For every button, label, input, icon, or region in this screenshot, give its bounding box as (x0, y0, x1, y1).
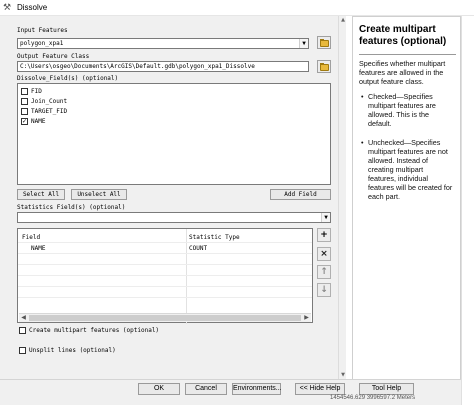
statistics-table: Field Statistic Type NAME COUNT ◀ ▶ (17, 228, 313, 324)
move-up-button[interactable]: ↑ (317, 265, 331, 279)
remove-row-button[interactable]: × (317, 247, 331, 261)
multipart-checkbox[interactable] (19, 327, 26, 334)
tool-help-button[interactable]: Tool Help (359, 383, 414, 395)
field-name: NAME (31, 118, 46, 125)
chevron-up-icon[interactable]: ▲ (339, 16, 347, 24)
output-feature-class-label: Output Feature Class (17, 53, 90, 60)
status-coordinates: 1454546.629 3996597.2 Meters (330, 395, 416, 401)
list-item[interactable]: Join_Count (21, 97, 67, 106)
output-feature-class-input[interactable]: C:\Users\osgeo\Documents\ArcGIS\Default.… (17, 61, 309, 72)
unsplit-label: Unsplit lines (optional) (29, 347, 116, 354)
target-fid-checkbox[interactable] (21, 108, 28, 115)
statistics-fields-combo[interactable]: ▼ (17, 212, 331, 223)
list-item[interactable]: TARGET_FID (21, 107, 67, 116)
list-item[interactable]: ✓ NAME (21, 117, 45, 126)
join-count-checkbox[interactable] (21, 98, 28, 105)
column-header-statistic-type: Statistic Type (189, 234, 240, 241)
chevron-left-icon[interactable]: ◀ (19, 314, 28, 322)
hide-help-button[interactable]: << Hide Help (295, 383, 345, 395)
cancel-button[interactable]: Cancel (185, 383, 227, 395)
environments-button[interactable]: Environments... (232, 383, 282, 395)
field-name: TARGET_FID (31, 108, 68, 115)
dissolve-fields-label: Dissolve_Field(s) (optional) (17, 75, 119, 82)
help-bullet-checked: • Checked—Specifies multipart features a… (361, 92, 436, 128)
bullet-icon: • (361, 92, 364, 101)
background-map-strip (461, 16, 474, 405)
arrow-up-icon: ↑ (320, 267, 328, 277)
input-features-combo[interactable]: polygon_xpa1 ▼ (17, 38, 309, 49)
input-features-value: polygon_xpa1 (20, 40, 64, 47)
ok-button[interactable]: OK (138, 383, 180, 395)
field-name: FID (31, 88, 42, 95)
field-name: Join_Count (31, 98, 68, 105)
arrow-down-icon: ↓ (320, 285, 328, 295)
hammer-icon: ⚒ (3, 3, 12, 13)
statistics-fields-label: Statistics Field(s) (optional) (17, 204, 126, 211)
dialog-footer: OK Cancel Environments... << Hide Help T… (0, 379, 461, 405)
name-checkbox[interactable]: ✓ (21, 118, 28, 125)
table-cell-field[interactable]: NAME (31, 245, 45, 252)
help-intro: Specifies whether multipart features are… (359, 59, 446, 86)
unsplit-checkbox[interactable] (19, 347, 26, 354)
select-all-button[interactable]: Select All (17, 189, 65, 200)
help-bullet-unchecked: • Unchecked—Specifies multipart features… (361, 138, 453, 201)
title-bar: ⚒ Dissolve (0, 0, 474, 16)
unsplit-option[interactable]: Unsplit lines (optional) (19, 347, 116, 354)
bullet-icon: • (361, 138, 364, 147)
output-feature-class-browse-button[interactable] (317, 60, 331, 73)
window-title: Dissolve (17, 3, 48, 12)
chevron-right-icon[interactable]: ▶ (302, 314, 311, 322)
help-pane: Create multipart features (optional) Spe… (352, 16, 461, 380)
list-item[interactable]: FID (21, 87, 42, 96)
chevron-down-icon[interactable]: ▼ (299, 39, 308, 48)
chevron-down-icon[interactable]: ▼ (321, 213, 330, 222)
plus-icon: + (320, 230, 328, 240)
add-field-button[interactable]: Add Field (270, 189, 331, 200)
horizontal-scrollbar[interactable]: ◀ ▶ (19, 313, 311, 322)
table-cell-statistic[interactable]: COUNT (189, 245, 207, 252)
fid-checkbox[interactable] (21, 88, 28, 95)
parameters-vertical-scrollbar[interactable]: ▲ ▼ (338, 16, 346, 379)
chevron-down-icon[interactable]: ▼ (339, 371, 347, 379)
add-row-button[interactable]: + (317, 228, 331, 242)
parameters-pane: Input Features polygon_xpa1 ▼ Output Fea… (0, 16, 346, 379)
close-icon: × (320, 249, 328, 259)
column-header-field: Field (22, 234, 41, 241)
help-title: Create multipart features (optional) (359, 24, 447, 47)
move-down-button[interactable]: ↓ (317, 283, 331, 297)
input-features-browse-button[interactable] (317, 36, 331, 49)
input-features-label: Input Features (17, 27, 68, 34)
scrollbar-thumb[interactable] (29, 315, 301, 321)
multipart-option[interactable]: Create multipart features (optional) (19, 327, 159, 334)
multipart-label: Create multipart features (optional) (29, 327, 160, 334)
dissolve-fields-list: FID Join_Count TARGET_FID ✓ NAME (17, 83, 331, 185)
unselect-all-button[interactable]: Unselect All (71, 189, 127, 200)
divider (359, 54, 456, 55)
